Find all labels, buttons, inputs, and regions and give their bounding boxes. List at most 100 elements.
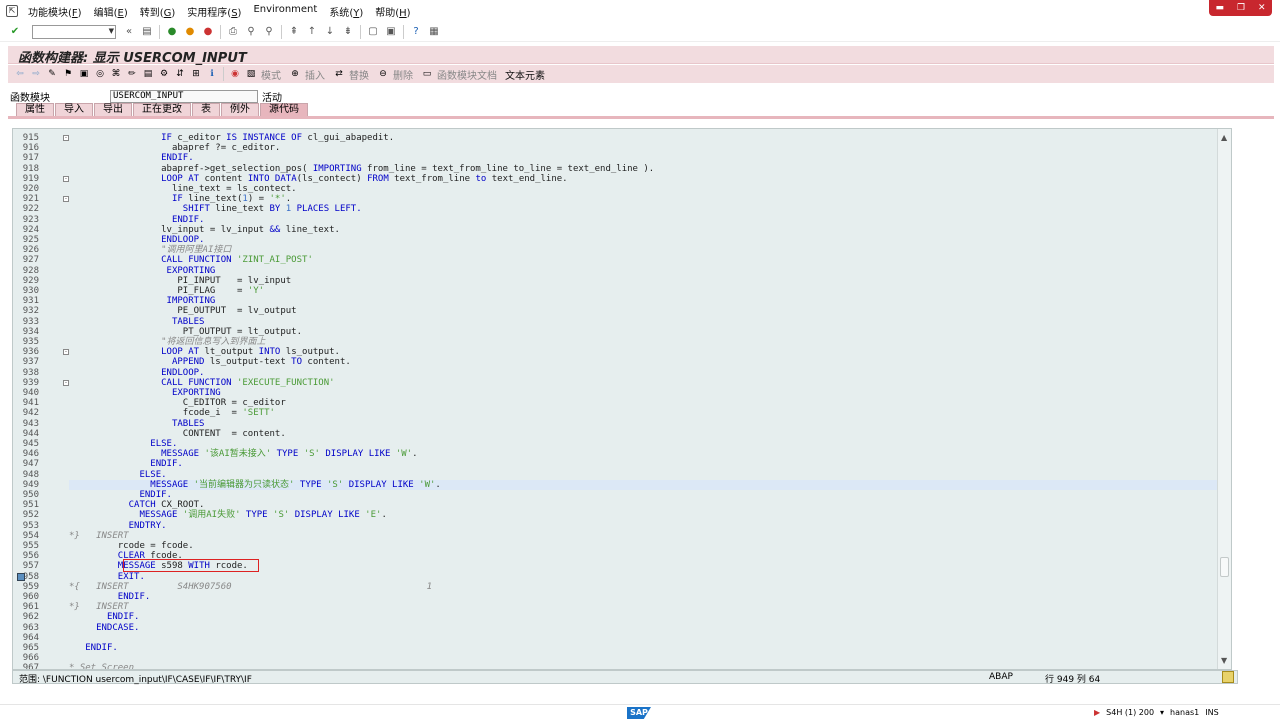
layout-icon[interactable]: ▦ bbox=[427, 25, 441, 39]
code-line[interactable]: TABLES bbox=[69, 317, 1217, 327]
code-line[interactable]: PI_FLAG = 'Y' bbox=[69, 286, 1217, 296]
check-icon[interactable]: ▣ bbox=[78, 68, 90, 80]
code-line[interactable]: PE_OUTPUT = lv_output bbox=[69, 306, 1217, 316]
find-icon[interactable]: ⚲ bbox=[244, 25, 258, 39]
delete-button[interactable]: 删除 bbox=[393, 67, 413, 82]
play-icon[interactable]: ▶ bbox=[1094, 708, 1100, 717]
print-icon[interactable]: ⎙ bbox=[226, 25, 240, 39]
new-session-icon[interactable]: ▢ bbox=[366, 25, 380, 39]
arrow-right-icon[interactable]: ⇨ bbox=[30, 68, 42, 80]
code-line[interactable]: ELSE. bbox=[69, 470, 1217, 480]
code-line[interactable]: fcode_i = 'SETT' bbox=[69, 408, 1217, 418]
insert-icon[interactable]: ⊕ bbox=[289, 68, 301, 80]
mode-button[interactable]: 模式 bbox=[261, 67, 281, 82]
code-line[interactable]: CATCH CX_ROOT. bbox=[69, 500, 1217, 510]
display-change-icon[interactable]: ✎ bbox=[46, 68, 58, 80]
code-line[interactable]: IF c_editor IS INSTANCE OF cl_gui_abaped… bbox=[69, 133, 1217, 143]
maximize-icon[interactable]: ❐ bbox=[1237, 3, 1245, 13]
code-line[interactable]: abapref->get_selection_pos( IMPORTING fr… bbox=[69, 164, 1217, 174]
activate-icon[interactable]: ⚑ bbox=[62, 68, 74, 80]
code-line[interactable]: ENDIF. bbox=[69, 153, 1217, 163]
code-line[interactable]: ENDIF. bbox=[69, 215, 1217, 225]
scroll-down-icon[interactable]: ▼ bbox=[1221, 656, 1227, 665]
code-line[interactable]: ENDIF. bbox=[69, 490, 1217, 500]
code-line[interactable]: *} INSERT bbox=[69, 531, 1217, 541]
code-line[interactable]: LOOP AT lt_output INTO ls_output. bbox=[69, 347, 1217, 357]
documentation-icon[interactable]: ▭ bbox=[421, 68, 433, 80]
code-line[interactable]: abapref ?= c_editor. bbox=[69, 143, 1217, 153]
tab-2[interactable]: 导出 bbox=[94, 103, 132, 116]
code-line[interactable]: PI_INPUT = lv_input bbox=[69, 276, 1217, 286]
code-line[interactable]: MESSAGE '该AI暂未接入' TYPE 'S' DISPLAY LIKE … bbox=[69, 449, 1217, 459]
sap-menu-icon[interactable]: ⇱ bbox=[6, 5, 18, 17]
code-line[interactable]: * Set Screen bbox=[69, 663, 1217, 669]
code-line[interactable]: CONTENT = content. bbox=[69, 429, 1217, 439]
menu-item-1[interactable]: 编辑(E) bbox=[88, 4, 134, 19]
info-icon[interactable]: ℹ bbox=[206, 68, 218, 80]
code-line[interactable] bbox=[69, 653, 1217, 663]
code-area[interactable]: IF c_editor IS INSTANCE OF cl_gui_abaped… bbox=[69, 129, 1217, 669]
code-line[interactable]: *{ INSERT S4HK907560 1 bbox=[69, 582, 1217, 592]
code-line[interactable]: *} INSERT bbox=[69, 602, 1217, 612]
replace-button[interactable]: 替换 bbox=[349, 67, 369, 82]
code-line[interactable]: ENDLOOP. bbox=[69, 235, 1217, 245]
object-list-icon[interactable]: ▤ bbox=[142, 68, 154, 80]
last-page-icon[interactable]: ⇟ bbox=[341, 25, 355, 39]
code-line[interactable]: ENDIF. bbox=[69, 612, 1217, 622]
double-left-icon[interactable]: « bbox=[122, 25, 136, 39]
shortcut-icon[interactable]: ▣ bbox=[384, 25, 398, 39]
chevron-down-icon[interactable]: ▼ bbox=[109, 27, 114, 35]
code-line[interactable]: PT_OUTPUT = lt_output. bbox=[69, 327, 1217, 337]
help-icon[interactable]: ? bbox=[409, 25, 423, 39]
code-line[interactable]: ENDIF. bbox=[69, 459, 1217, 469]
enter-check-icon[interactable]: ✔ bbox=[8, 25, 22, 39]
code-line[interactable]: EXPORTING bbox=[69, 388, 1217, 398]
code-line[interactable]: MESSAGE '当前编辑器为只读状态' TYPE 'S' DISPLAY LI… bbox=[69, 479, 1217, 490]
exit-icon[interactable]: ● bbox=[183, 25, 197, 39]
structure-icon[interactable]: ⊞ bbox=[190, 68, 202, 80]
arrow-left-icon[interactable]: ⇦ bbox=[14, 68, 26, 80]
pattern-icon[interactable]: ▧ bbox=[245, 68, 257, 80]
navigation-icon[interactable]: ⇵ bbox=[174, 68, 186, 80]
find-next-icon[interactable]: ⚲ bbox=[262, 25, 276, 39]
save-icon[interactable]: ▤ bbox=[140, 25, 154, 39]
vertical-scrollbar[interactable]: ▲ ▼ bbox=[1217, 129, 1231, 669]
scrollbar-thumb[interactable] bbox=[1220, 557, 1229, 577]
code-line[interactable]: ENDTRY. bbox=[69, 521, 1217, 531]
code-line[interactable]: LOOP AT content INTO DATA(ls_contect) FR… bbox=[69, 174, 1217, 184]
code-line[interactable]: ENDIF. bbox=[69, 643, 1217, 653]
menu-item-2[interactable]: 转到(G) bbox=[134, 4, 182, 19]
code-line[interactable]: CALL FUNCTION 'ZINT_AI_POST' bbox=[69, 255, 1217, 265]
code-line[interactable]: IF line_text(1) = '*'. bbox=[69, 194, 1217, 204]
prev-page-icon[interactable]: ↑ bbox=[305, 25, 319, 39]
tab-4[interactable]: 表 bbox=[192, 103, 220, 116]
code-line[interactable]: ENDLOOP. bbox=[69, 368, 1217, 378]
code-line[interactable]: EXPORTING bbox=[69, 266, 1217, 276]
minimize-icon[interactable]: ▬ bbox=[1215, 3, 1224, 13]
code-line[interactable]: "调用阿里AI接口 bbox=[69, 245, 1217, 255]
cancel-icon[interactable]: ● bbox=[201, 25, 215, 39]
code-line[interactable]: line_text = ls_contect. bbox=[69, 184, 1217, 194]
tab-5[interactable]: 例外 bbox=[221, 103, 259, 116]
code-line[interactable]: rcode = fcode. bbox=[69, 541, 1217, 551]
tab-0[interactable]: 属性 bbox=[16, 103, 54, 116]
code-line[interactable]: CALL FUNCTION 'EXECUTE_FUNCTION' bbox=[69, 378, 1217, 388]
breakpoint-icon[interactable]: ◉ bbox=[229, 68, 241, 80]
code-line[interactable]: ELSE. bbox=[69, 439, 1217, 449]
menu-item-4[interactable]: Environment bbox=[247, 4, 323, 19]
hierarchy-icon[interactable]: ⚙ bbox=[158, 68, 170, 80]
code-line[interactable]: APPEND ls_output-text TO content. bbox=[69, 357, 1217, 367]
next-page-icon[interactable]: ↓ bbox=[323, 25, 337, 39]
code-line[interactable]: SHIFT line_text BY 1 PLACES LEFT. bbox=[69, 204, 1217, 214]
fm-doc-button[interactable]: 函数模块文档 bbox=[437, 67, 497, 82]
system-name[interactable]: S4H (1) 200 bbox=[1106, 708, 1154, 717]
back-icon[interactable]: ● bbox=[165, 25, 179, 39]
chevron-down-icon[interactable]: ▾ bbox=[1160, 708, 1164, 717]
text-elements-button[interactable]: 文本元素 bbox=[505, 67, 545, 82]
delete-icon[interactable]: ⊖ bbox=[377, 68, 389, 80]
insert-button[interactable]: 插入 bbox=[305, 67, 325, 82]
menu-item-6[interactable]: 帮助(H) bbox=[369, 4, 416, 19]
scroll-up-icon[interactable]: ▲ bbox=[1221, 133, 1227, 142]
where-used-icon[interactable]: ⌘ bbox=[110, 68, 122, 80]
tab-6[interactable]: 源代码 bbox=[260, 103, 308, 116]
